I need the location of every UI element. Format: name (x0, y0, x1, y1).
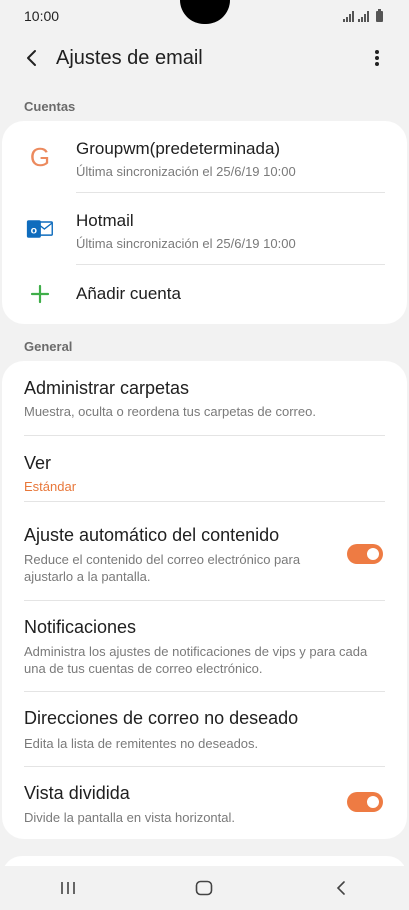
view-item[interactable]: Ver Estándar (2, 436, 407, 501)
setting-title: Notificaciones (24, 617, 137, 637)
navigation-bar (0, 866, 409, 910)
status-time: 10:00 (24, 8, 60, 24)
more-options-button[interactable] (365, 46, 389, 70)
setting-description: Divide la pantalla en vista horizontal. (24, 810, 236, 825)
spam-addresses-item[interactable]: Direcciones de correo no deseado Edita l… (2, 692, 407, 766)
add-account-label: Añadir cuenta (76, 284, 181, 303)
auto-fit-toggle[interactable] (347, 544, 383, 564)
setting-description: Muestra, oculta o reordena tus carpetas … (24, 404, 316, 419)
app-bar: Ajustes de email (0, 32, 409, 84)
nav-back-button[interactable] (321, 873, 361, 903)
setting-title: Vista dividida (24, 783, 130, 803)
home-icon (196, 880, 213, 896)
recent-apps-icon (61, 882, 75, 894)
accounts-card: G Groupwm(predeterminada) Última sincron… (2, 121, 407, 324)
battery-icon (376, 8, 383, 22)
svg-text:o: o (31, 224, 37, 236)
setting-description: Administra los ajustes de notificaciones… (24, 644, 368, 676)
setting-title: Direcciones de correo no deseado (24, 708, 299, 728)
page-title: Ajustes de email (56, 46, 203, 69)
setting-title: Ver (24, 453, 52, 473)
setting-description: Reduce el contenido del correo electróni… (24, 552, 301, 584)
signal-icon (343, 10, 354, 22)
general-section-header: General (24, 339, 73, 354)
account-sync-status: Última sincronización el 25/6/19 10:00 (76, 164, 296, 179)
back-button[interactable] (20, 46, 44, 70)
notifications-item[interactable]: Notificaciones Administra los ajustes de… (2, 601, 407, 691)
account-row-groupwm[interactable]: G Groupwm(predeterminada) Última sincron… (2, 121, 407, 193)
account-name: Groupwm(predeterminada) (76, 139, 281, 158)
g-letter-icon: G (26, 143, 54, 171)
general-card: Administrar carpetas Muestra, oculta o r… (2, 361, 407, 839)
svg-text:G: G (30, 144, 50, 170)
outlook-icon: o (26, 215, 54, 243)
manage-folders-item[interactable]: Administrar carpetas Muestra, oculta o r… (2, 361, 407, 435)
add-account-button[interactable]: Añadir cuenta (2, 265, 407, 324)
recent-apps-button[interactable] (48, 873, 88, 903)
split-view-toggle[interactable] (347, 792, 383, 812)
account-name: Hotmail (76, 211, 134, 230)
account-sync-status: Última sincronización el 25/6/19 10:00 (76, 236, 296, 251)
back-arrow-icon (27, 50, 36, 66)
setting-title: Ajuste automático del contenido (24, 525, 280, 545)
signal-icon-2 (358, 10, 369, 22)
plus-icon (26, 280, 54, 308)
split-view-item[interactable]: Vista dividida Divide la pantalla en vis… (2, 767, 407, 839)
account-row-hotmail[interactable]: o Hotmail Última sincronización el 25/6/… (2, 193, 407, 265)
view-value: Estándar (24, 479, 77, 494)
accounts-section-header: Cuentas (24, 99, 76, 114)
setting-description: Edita la lista de remitentes no deseados… (24, 736, 259, 751)
home-button[interactable] (184, 873, 224, 903)
nav-back-icon (336, 881, 345, 895)
status-icons (343, 8, 383, 22)
more-vertical-icon (375, 50, 379, 66)
setting-title: Administrar carpetas (24, 378, 190, 398)
auto-fit-item[interactable]: Ajuste automático del contenido Reduce e… (2, 502, 407, 600)
